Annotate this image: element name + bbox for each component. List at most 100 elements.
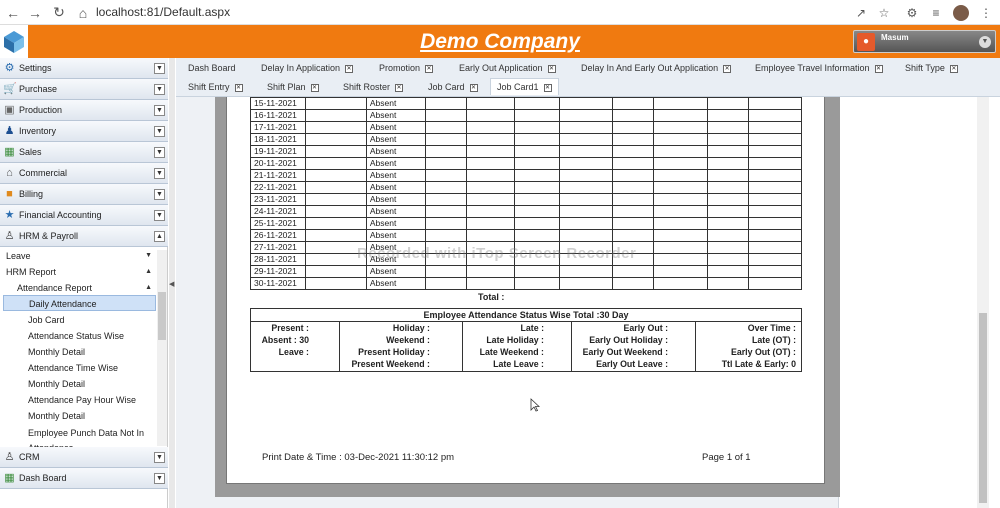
empty-cell — [465, 157, 515, 170]
close-icon[interactable]: ✕ — [949, 64, 958, 73]
sidebar-item-dash-board[interactable]: ▦ Dash Board ▼ — [0, 468, 168, 489]
browser-menu-icon[interactable]: ⋮ — [975, 0, 997, 25]
empty-cell — [707, 181, 750, 194]
tab-delay-in-application[interactable]: Delay In Application ✕ — [261, 60, 354, 77]
expand-icon[interactable]: ▼ — [154, 473, 165, 484]
sidebar-link-monthly-detail[interactable]: Monthly Detail — [28, 408, 156, 424]
sidebar-item-hrm-payroll[interactable]: ♙ HRM & Payroll ▲ — [0, 226, 168, 247]
sidebar-link-attendance-time-wise[interactable]: Attendance Time Wise — [28, 360, 156, 376]
table-row: 19-11-2021 Absent — [250, 145, 802, 158]
chevron-down-icon[interactable]: ▼ — [979, 36, 991, 48]
empty-cell — [465, 145, 515, 158]
reload-icon[interactable]: ↻ — [48, 0, 70, 25]
tab-job-card1[interactable]: Job Card1 ✕ — [490, 78, 559, 95]
reading-list-icon[interactable]: ≡ — [925, 0, 947, 25]
tab-shift-plan[interactable]: Shift Plan ✕ — [267, 79, 319, 96]
scrollbar-thumb[interactable] — [158, 292, 166, 340]
sidebar-link-employee-punch-data[interactable]: Employee Punch Data Not In — [28, 425, 156, 441]
close-icon[interactable]: ✕ — [345, 64, 354, 73]
close-icon[interactable]: ✕ — [874, 64, 883, 73]
arrow-left-icon[interactable]: ← — [2, 0, 24, 25]
sidebar-link-monthly-detail[interactable]: Monthly Detail — [28, 376, 156, 392]
close-icon[interactable]: ✕ — [234, 83, 243, 92]
page-info: Page 1 of 1 — [702, 452, 751, 463]
arrow-right-icon[interactable]: → — [24, 0, 46, 25]
people-icon: ♟ — [4, 125, 15, 137]
sidebar-link-attendance-pay-hour-wise[interactable]: Attendance Pay Hour Wise — [28, 392, 156, 408]
browser-toolbar: ← → ↻ ⌂ localhost:81/Default.aspx ↗ ☆ ⚙ … — [0, 0, 1000, 25]
empty-cell — [465, 97, 515, 110]
sidebar-item-settings[interactable]: ⚙ Settings ▼ — [0, 58, 168, 79]
expand-icon[interactable]: ▼ — [154, 168, 165, 179]
tab-shift-roster[interactable]: Shift Roster ✕ — [343, 79, 404, 96]
close-icon[interactable]: ✕ — [425, 64, 434, 73]
tab-early-out-application[interactable]: Early Out Application ✕ — [459, 60, 556, 77]
expand-icon[interactable]: ▼ — [154, 126, 165, 137]
empty-cell — [424, 121, 467, 134]
empty-cell — [748, 169, 802, 182]
sidebar-item-billing[interactable]: ■ Billing ▼ — [0, 184, 168, 205]
sidebar-item-inventory[interactable]: ♟ Inventory ▼ — [0, 121, 168, 142]
star-icon[interactable]: ☆ — [873, 0, 895, 25]
expand-icon[interactable]: ▼ — [154, 210, 165, 221]
sidebar-collapse-handle[interactable]: ◀ — [169, 58, 175, 508]
tab-dash-board[interactable]: Dash Board — [188, 60, 236, 77]
close-icon[interactable]: ✕ — [310, 83, 319, 92]
date-cell: 15-11-2021 — [250, 97, 306, 110]
date-cell: 24-11-2021 — [250, 205, 306, 218]
empty-cell — [424, 265, 467, 278]
close-icon[interactable]: ✕ — [543, 83, 552, 92]
expand-icon[interactable]: ▼ — [154, 452, 165, 463]
expand-icon[interactable]: ▼ — [154, 84, 165, 95]
table-row: 23-11-2021 Absent — [250, 193, 802, 206]
empty-cell — [653, 253, 709, 266]
sidebar-sub-leave[interactable]: Leave ▼ — [6, 248, 156, 264]
close-icon[interactable]: ✕ — [469, 83, 478, 92]
collapse-icon[interactable]: ▲ — [154, 231, 165, 242]
tab-promotion[interactable]: Promotion ✕ — [379, 60, 434, 77]
tab-delay-in-early-out-application[interactable]: Delay In And Early Out Application ✕ — [581, 60, 732, 77]
tab-employee-travel-information[interactable]: Employee Travel Information ✕ — [755, 60, 883, 77]
expand-icon[interactable]: ▼ — [154, 63, 165, 74]
sidebar-link-job-card[interactable]: Job Card — [28, 312, 156, 328]
sidebar-item-production[interactable]: ▣ Production ▼ — [0, 100, 168, 121]
tab-shift-type[interactable]: Shift Type ✕ — [905, 60, 958, 77]
tab-job-card[interactable]: Job Card ✕ — [428, 79, 478, 96]
empty-cell — [748, 145, 802, 158]
expand-icon[interactable]: ▼ — [154, 147, 165, 158]
expand-icon[interactable]: ▼ — [154, 105, 165, 116]
sidebar-item-purchase[interactable]: 🛒 Purchase ▼ — [0, 79, 168, 100]
extensions-icon[interactable]: ⚙ — [901, 0, 923, 25]
sidebar-link-daily-attendance[interactable]: Daily Attendance — [3, 295, 156, 311]
close-icon[interactable]: ✕ — [547, 64, 556, 73]
close-icon[interactable]: ✕ — [723, 64, 732, 73]
tab-shift-entry[interactable]: Shift Entry ✕ — [188, 79, 243, 96]
sidebar-item-crm[interactable]: ♙ CRM ▼ — [0, 447, 168, 468]
empty-cell — [465, 265, 515, 278]
sidebar-link-monthly-detail[interactable]: Monthly Detail — [28, 344, 156, 360]
sidebar-scrollbar[interactable] — [157, 250, 167, 446]
viewer-scrollbar[interactable] — [977, 97, 989, 508]
home-icon[interactable]: ⌂ — [72, 0, 94, 25]
sidebar-item-financial-accounting[interactable]: ★ Financial Accounting ▼ — [0, 205, 168, 226]
address-bar[interactable]: localhost:81/Default.aspx — [96, 3, 841, 22]
share-icon[interactable]: ↗ — [850, 0, 872, 25]
scrollbar-thumb[interactable] — [979, 313, 987, 503]
sidebar-link-attendance-status-wise[interactable]: Attendance Status Wise — [28, 328, 156, 344]
sidebar-sub-attendance-report[interactable]: Attendance Report ▲ — [17, 280, 156, 296]
expand-icon[interactable]: ▼ — [154, 189, 165, 200]
empty-cell — [424, 97, 467, 110]
status-summary-title: Employee Attendance Status Wise Total :3… — [251, 309, 801, 322]
sidebar-item-sales[interactable]: ▦ Sales ▼ — [0, 142, 168, 163]
empty-cell — [424, 109, 467, 122]
empty-cell — [748, 253, 802, 266]
company-title: Demo Company — [420, 30, 580, 53]
status-cell: Absent — [365, 121, 426, 134]
profile-avatar-icon[interactable] — [950, 0, 972, 25]
sidebar-sub-hrm-report[interactable]: HRM Report ▲ — [6, 264, 156, 280]
sidebar-link-employee-punch-data-cont[interactable]: Attendance — [28, 440, 156, 447]
user-menu[interactable]: ● Masum ▼ — [853, 30, 996, 53]
sidebar-item-commercial[interactable]: ⌂ Commercial ▼ — [0, 163, 168, 184]
close-icon[interactable]: ✕ — [395, 83, 404, 92]
status-cell: Absent — [365, 229, 426, 242]
